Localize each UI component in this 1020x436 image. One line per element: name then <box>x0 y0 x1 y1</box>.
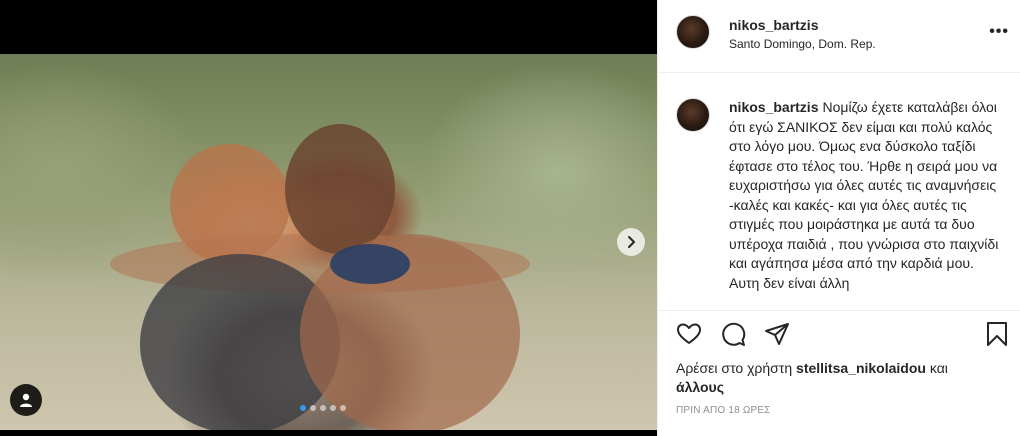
post-header: nikos_bartzis Santo Domingo, Dom. Rep. •… <box>658 0 1020 73</box>
share-icon <box>765 323 789 345</box>
save-button[interactable] <box>984 321 1010 347</box>
photo-shape <box>285 124 395 254</box>
photo-shape <box>330 244 410 284</box>
more-options-icon[interactable]: ••• <box>989 23 1009 41</box>
caption-text: Νομίζω έχετε καταλάβει όλοι ότι εγώ ΣΑΝΙ… <box>729 99 999 291</box>
author-username[interactable]: nikos_bartzis <box>729 17 818 33</box>
post-media <box>0 0 657 436</box>
post-actions: Αρέσει στο χρήστη stellitsa_nikolaidou κ… <box>658 310 1020 435</box>
caption-avatar[interactable] <box>676 98 710 132</box>
post-caption: nikos_bartzis Νομίζω έχετε καταλάβει όλοι… <box>729 98 1001 293</box>
post-photo[interactable] <box>0 54 657 430</box>
chevron-right-icon <box>628 236 635 248</box>
likes-summary: Αρέσει στο χρήστη stellitsa_nikolaidou κ… <box>676 359 996 397</box>
post-timestamp[interactable]: ΠΡΙΝ ΑΠΟ 18 ΩΡΕΣ <box>676 405 771 416</box>
avatar[interactable] <box>676 15 710 49</box>
carousel-dot <box>300 405 306 411</box>
like-button[interactable] <box>676 321 702 347</box>
carousel-dot <box>320 405 326 411</box>
heart-icon <box>677 323 701 344</box>
bookmark-icon <box>987 322 1007 346</box>
carousel-indicator <box>300 405 346 411</box>
caption-username[interactable]: nikos_bartzis <box>729 99 818 115</box>
photo-shape <box>170 144 290 264</box>
comments-area[interactable]: nikos_bartzis Νομίζω έχετε καταλάβει όλοι… <box>658 72 1020 310</box>
carousel-dot <box>340 405 346 411</box>
likes-prefix: Αρέσει στο χρήστη <box>676 360 793 376</box>
user-tag-icon <box>20 393 32 407</box>
carousel-dot <box>310 405 316 411</box>
carousel-next-button[interactable] <box>617 228 645 256</box>
liker-username[interactable]: stellitsa_nikolaidou <box>796 360 926 376</box>
carousel-dot <box>330 405 336 411</box>
post-side-panel: nikos_bartzis Santo Domingo, Dom. Rep. •… <box>657 0 1020 436</box>
likes-suffix: και <box>929 360 948 376</box>
post-location[interactable]: Santo Domingo, Dom. Rep. <box>729 37 876 51</box>
share-button[interactable] <box>764 321 790 347</box>
comment-icon <box>722 322 746 346</box>
comment-button[interactable] <box>720 321 746 347</box>
likes-others-link[interactable]: άλλους <box>676 379 724 395</box>
user-tags-button[interactable] <box>10 384 42 416</box>
